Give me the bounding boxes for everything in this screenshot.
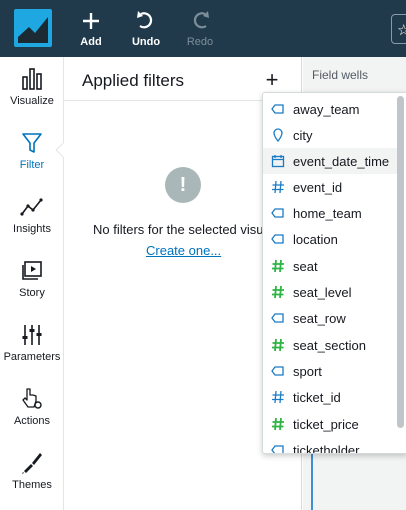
add-label: Add bbox=[80, 36, 102, 48]
field-option-ticket-price[interactable]: ticket_price bbox=[263, 411, 397, 437]
field-option-label: ticket_id bbox=[293, 390, 341, 405]
app-logo[interactable] bbox=[14, 9, 52, 47]
field-option-label: city bbox=[293, 128, 313, 143]
left-nav: Visualize Filter Insights Story Paramete… bbox=[0, 57, 64, 510]
logo-icon bbox=[18, 17, 48, 43]
field-option-home-team[interactable]: home_team bbox=[263, 200, 397, 226]
nav-label-filter: Filter bbox=[19, 159, 45, 171]
redo-button[interactable]: Redo bbox=[185, 10, 215, 48]
geo-field-icon bbox=[273, 128, 283, 142]
string-field-icon bbox=[271, 234, 284, 244]
insights-icon bbox=[20, 198, 43, 216]
nav-item-actions[interactable]: Actions bbox=[0, 387, 64, 447]
field-option-label: event_id bbox=[293, 180, 343, 195]
field-option-event-date-time[interactable]: event_date_time bbox=[263, 148, 397, 174]
field-option-label: sport bbox=[293, 364, 322, 379]
sliders-icon bbox=[22, 325, 42, 345]
measure-field-icon bbox=[272, 338, 284, 352]
field-option-seat-row[interactable]: seat_row bbox=[263, 305, 397, 331]
date-field-icon bbox=[271, 155, 285, 168]
dropdown-scrollbar[interactable] bbox=[397, 96, 404, 428]
field-option-label: home_team bbox=[293, 206, 362, 221]
field-option-label: seat_level bbox=[293, 285, 352, 300]
add-button[interactable]: Add bbox=[80, 10, 102, 48]
redo-icon bbox=[185, 10, 215, 34]
string-field-icon bbox=[271, 104, 284, 114]
measure-field-icon bbox=[272, 417, 284, 431]
bar-chart-icon bbox=[22, 68, 42, 90]
field-dropdown: away_team city event_date_time event_id … bbox=[262, 92, 406, 454]
measure-field-icon bbox=[272, 259, 284, 273]
top-toolbar: Add Undo Redo ☆ bbox=[0, 0, 406, 57]
nav-item-themes[interactable]: Themes bbox=[0, 451, 64, 510]
undo-icon bbox=[131, 10, 161, 34]
nav-item-insights[interactable]: Insights bbox=[0, 195, 64, 255]
star-icon: ☆ bbox=[397, 22, 406, 39]
field-option-away-team[interactable]: away_team bbox=[263, 96, 397, 122]
field-option-label: event_date_time bbox=[293, 154, 390, 169]
field-option-label: seat bbox=[293, 259, 318, 274]
field-wells-header[interactable]: Field wells bbox=[303, 57, 406, 94]
measure-field-icon bbox=[272, 285, 284, 299]
nav-label-visualize: Visualize bbox=[10, 95, 54, 107]
field-option-seat-section[interactable]: seat_section bbox=[263, 332, 397, 358]
nav-label-insights: Insights bbox=[13, 223, 51, 235]
number-field-icon bbox=[272, 390, 284, 404]
field-option-label: seat_row bbox=[293, 311, 346, 326]
brush-icon bbox=[22, 453, 42, 474]
field-option-event-id[interactable]: event_id bbox=[263, 174, 397, 200]
field-option-label: ticket_price bbox=[293, 417, 359, 432]
info-icon: ! bbox=[165, 167, 201, 203]
add-filter-button[interactable]: + bbox=[262, 67, 282, 93]
nav-label-actions: Actions bbox=[13, 415, 51, 427]
plus-icon bbox=[80, 10, 102, 34]
nav-item-filter[interactable]: Filter bbox=[0, 131, 64, 191]
nav-label-story: Story bbox=[19, 287, 45, 299]
nav-item-parameters[interactable]: Parameters bbox=[0, 323, 64, 383]
number-field-icon bbox=[272, 180, 284, 194]
field-option-label: away_team bbox=[293, 102, 360, 117]
string-field-icon bbox=[271, 313, 284, 323]
share-button[interactable]: ☆ bbox=[391, 14, 406, 44]
field-option-sport[interactable]: sport bbox=[263, 358, 397, 384]
string-field-icon bbox=[271, 445, 284, 453]
undo-label: Undo bbox=[131, 36, 161, 48]
panel-title: Applied filters bbox=[82, 71, 185, 90]
field-option-seat-level[interactable]: seat_level bbox=[263, 279, 397, 305]
quicksight-analysis: Add Undo Redo ☆ Visualize Filter Insight… bbox=[0, 0, 406, 510]
field-option-city[interactable]: city bbox=[263, 122, 397, 148]
field-option-seat[interactable]: seat bbox=[263, 253, 397, 279]
funnel-icon bbox=[22, 133, 42, 153]
field-option-ticketholder[interactable]: ticketholder bbox=[263, 437, 397, 454]
undo-button[interactable]: Undo bbox=[131, 10, 161, 48]
string-field-icon bbox=[271, 208, 284, 218]
story-icon bbox=[22, 261, 42, 280]
field-option-ticket-id[interactable]: ticket_id bbox=[263, 384, 397, 410]
create-filter-link[interactable]: Create one... bbox=[146, 243, 221, 258]
nav-item-story[interactable]: Story bbox=[0, 259, 64, 319]
nav-item-visualize[interactable]: Visualize bbox=[0, 67, 64, 127]
string-field-icon bbox=[271, 366, 284, 376]
field-option-location[interactable]: location bbox=[263, 226, 397, 252]
redo-label: Redo bbox=[186, 36, 214, 48]
field-option-label: ticketholder bbox=[293, 443, 360, 454]
field-option-label: seat_section bbox=[293, 338, 366, 353]
field-option-label: location bbox=[293, 232, 338, 247]
nav-label-parameters: Parameters bbox=[3, 351, 61, 363]
field-wells-label: Field wells bbox=[312, 68, 369, 82]
pointer-gear-icon bbox=[22, 388, 42, 409]
nav-label-themes: Themes bbox=[12, 479, 52, 491]
